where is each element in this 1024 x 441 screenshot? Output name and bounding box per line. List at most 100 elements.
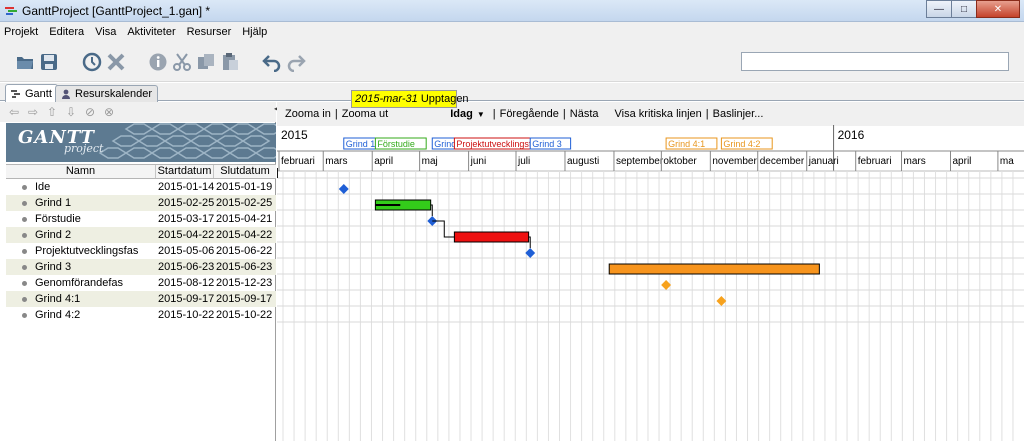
task-nav-toolbar: ⇦ ⇨ ⇧ ⇩ ⊘ ⊗ [0,102,276,122]
resource-icon [62,89,70,99]
zoom-out-button[interactable]: Zooma ut [342,108,388,120]
redo-icon[interactable] [285,51,307,73]
logo-sub: project [64,142,104,155]
table-row[interactable]: Grind 1 2015-02-25 2015-02-25 [6,195,276,211]
task-bar [453,231,530,243]
task-bullet-icon [22,232,27,238]
task-name: Förstudie [35,213,81,225]
table-row[interactable]: Grind 4:2 2015-10-22 2015-10-22 [6,307,276,323]
table-row[interactable]: Grind 2 2015-04-22 2015-04-22 [6,227,276,243]
task-end: 2015-06-22 [216,245,273,257]
table-row[interactable]: Ide 2015-01-14 2015-01-19 [6,179,276,195]
undo-icon[interactable] [261,51,283,73]
year-label: 2016 [838,128,865,142]
today-button[interactable]: Idag [450,108,473,120]
maximize-button[interactable]: □ [951,0,977,18]
month-label: april [953,156,972,167]
tab-resurskalender[interactable]: Resurskalender [55,85,159,102]
zoom-in-button[interactable]: Zooma in [285,108,331,120]
baselines-button[interactable]: Baslinjer... [713,108,764,120]
task-name: Grind 2 [35,229,72,241]
toolbar-separator: | [492,108,496,120]
month-label: september [616,156,664,167]
milestone-diamond [661,280,672,290]
table-header: Namn Startdatum Slutdatum [6,164,276,179]
table-row[interactable]: Grind 3 2015-06-23 2015-06-23 [6,259,276,275]
save-icon[interactable] [38,51,60,73]
gantt-timeline: 2015 2016 februari mars april maj juni juli augu… [277,125,1024,441]
task-name: Genomförandefas [35,277,124,289]
task-bullet-icon [22,248,27,254]
menu-editera[interactable]: Editera [49,26,84,38]
delete-x-icon[interactable] [105,51,127,73]
task-start: 2015-01-14 [158,181,215,193]
month-label: mars [325,156,347,167]
arrow-left-icon[interactable]: ⇦ [6,105,22,119]
month-label: juni [470,156,487,167]
gantt-icon [11,89,20,98]
task-end: 2015-09-17 [216,293,273,305]
task-rows: Ide 2015-01-14 2015-01-19 Grind 1 2015-02-2… [6,179,276,323]
table-row[interactable]: Projektutvecklingsfas 2015-05-06 2015-06-2… [6,243,276,259]
cut-icon[interactable] [171,51,193,73]
tooltip: 2015-mar-31 Upptagen [351,90,469,108]
task-end: 2015-04-21 [216,213,273,225]
task-bullet-icon [22,184,27,190]
menu-hjalp[interactable]: Hjälp [242,26,267,38]
task-end: 2015-04-22 [216,229,273,241]
gantt-logo: GANTT project [6,123,276,162]
menu-projekt[interactable]: Projekt [4,26,38,38]
col-startdatum[interactable]: Startdatum [156,165,214,178]
table-row[interactable]: Grind 4:1 2015-09-17 2015-09-17 [6,291,276,307]
minimize-button[interactable]: — [926,0,952,18]
task-bullet-icon [22,312,27,318]
tooltip-text: Upptagen [420,93,469,105]
month-label: april [374,156,393,167]
toolbar-separator: | [562,108,566,120]
arrow-right-icon[interactable]: ⇨ [25,105,41,119]
task-bullet-icon [22,216,27,222]
task-bullet-icon [22,280,27,286]
toolbar-separator: | [705,108,709,120]
paste-icon[interactable] [219,51,241,73]
copy-icon[interactable] [195,51,217,73]
task-bar [608,263,820,275]
task-name: Ide [35,181,51,193]
task-table-panel: ⇦ ⇨ ⇧ ⇩ ⊘ ⊗ GANTT project Namn Startdatu… [0,102,276,441]
task-name: Projektutvecklingsfas [35,245,139,257]
info-icon[interactable] [147,51,169,73]
tab-resurskalender-label: Resurskalender [75,88,153,100]
milestone-diamond [716,296,727,306]
flag-label: Grind 3 [532,139,562,149]
critical-path-button[interactable]: Visa kritiska linjen [615,108,702,120]
search-input[interactable] [741,52,1009,71]
previous-button[interactable]: Föregående [500,108,559,120]
task-bullet-icon [22,264,27,270]
task-start: 2015-06-23 [158,261,215,273]
month-label: december [760,156,805,167]
link-icon[interactable]: ⊘ [82,105,98,119]
task-name: Grind 3 [35,261,72,273]
close-button[interactable]: ✕ [976,0,1020,18]
tab-gantt[interactable]: Gantt [5,84,58,102]
arrow-up-icon[interactable]: ⇧ [44,105,60,119]
menu-resurser[interactable]: Resurser [187,26,232,38]
tab-gantt-label: Gantt [25,87,52,100]
month-label: oktober [663,156,697,167]
menu-visa[interactable]: Visa [95,26,116,38]
unlink-icon[interactable]: ⊗ [101,105,117,119]
clock-icon[interactable] [81,51,103,73]
task-start: 2015-03-17 [158,213,215,225]
col-namn[interactable]: Namn [6,165,156,178]
menu-aktiviteter[interactable]: Aktiviteter [127,26,175,38]
task-start: 2015-10-22 [158,309,215,321]
month-label: juli [517,156,530,167]
next-button[interactable]: Nästa [570,108,599,120]
today-dropdown-icon[interactable]: ▼ [477,110,485,119]
table-row[interactable]: Förstudie 2015-03-17 2015-04-21 [6,211,276,227]
arrow-down-icon[interactable]: ⇩ [63,105,79,119]
milestone-diamond [338,184,349,194]
col-slutdatum[interactable]: Slutdatum [214,165,276,178]
table-row[interactable]: Genomförandefas 2015-08-12 2015-12-23 [6,275,276,291]
open-folder-icon[interactable] [14,51,36,73]
